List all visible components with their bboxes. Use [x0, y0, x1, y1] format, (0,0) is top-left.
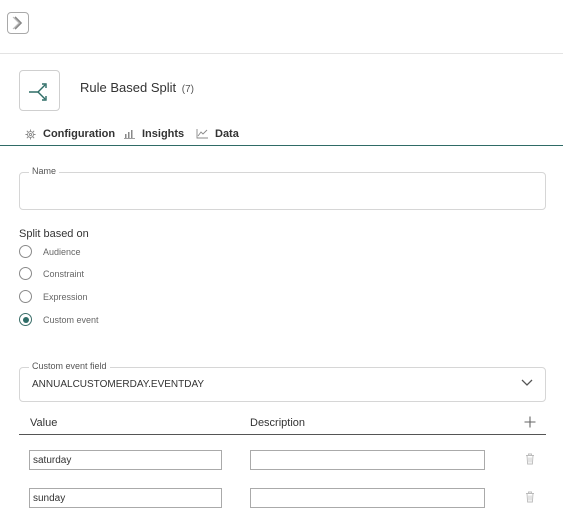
radio-button[interactable] — [19, 267, 32, 280]
chevron-right-icon — [12, 16, 23, 30]
bar-chart-icon — [124, 130, 135, 139]
trash-icon[interactable] — [525, 453, 535, 465]
custom-event-field-legend: Custom event field — [29, 361, 110, 371]
tab-insights[interactable]: Insights — [124, 128, 184, 140]
radio-label: Constraint — [43, 268, 85, 279]
gear-icon — [25, 128, 36, 140]
plus-icon — [524, 416, 536, 428]
column-header-value: Value — [30, 417, 58, 429]
radio-button[interactable] — [19, 290, 32, 303]
radio-expression[interactable]: Expression — [19, 290, 88, 303]
radio-custom-event[interactable]: Custom event — [19, 313, 99, 326]
tab-configuration[interactable]: Configuration — [25, 128, 115, 140]
description-input-row-2[interactable] — [250, 488, 485, 508]
radio-audience[interactable]: Audience — [19, 245, 81, 258]
tab-configuration-label: Configuration — [43, 128, 116, 140]
column-header-description: Description — [250, 417, 306, 429]
radio-label: Custom event — [43, 314, 99, 325]
name-field-legend: Name — [29, 166, 60, 176]
top-bar — [0, 0, 563, 54]
split-based-on-label: Split based on — [19, 228, 89, 240]
tab-data-label: Data — [215, 128, 239, 140]
radio-button-selected[interactable] — [19, 313, 32, 326]
radio-label: Audience — [43, 246, 81, 257]
node-count: (7) — [181, 84, 194, 95]
chevron-down-icon[interactable] — [521, 379, 533, 387]
add-row-button[interactable] — [523, 415, 537, 429]
node-title-text: Rule Based Split — [80, 80, 177, 95]
custom-event-field-value: ANNUALCUSTOMERDAY.EVENTDAY — [32, 379, 205, 390]
value-input-row-2[interactable] — [29, 488, 222, 508]
values-table-header: Value Description — [19, 414, 546, 435]
name-input[interactable] — [28, 183, 533, 203]
trash-icon[interactable] — [525, 491, 535, 503]
tab-data[interactable]: Data — [196, 128, 239, 140]
expand-panel-button[interactable] — [7, 12, 29, 34]
value-input-row-1[interactable] — [29, 450, 222, 470]
node-type-icon — [19, 70, 60, 111]
custom-event-field-select[interactable]: Custom event field ANNUALCUSTOMERDAY.EVE… — [19, 361, 546, 402]
description-input-row-1[interactable] — [250, 450, 485, 470]
radio-button[interactable] — [19, 245, 32, 258]
radio-label: Expression — [43, 291, 88, 302]
data-chart-icon — [196, 129, 208, 139]
tab-insights-label: Insights — [142, 128, 185, 140]
tab-bar: Configuration Insights Data — [0, 124, 563, 146]
name-field: Name — [19, 166, 546, 210]
radio-constraint[interactable]: Constraint — [19, 267, 84, 280]
node-title: Rule Based Split (7) — [80, 80, 194, 95]
split-arrow-icon — [28, 82, 47, 101]
